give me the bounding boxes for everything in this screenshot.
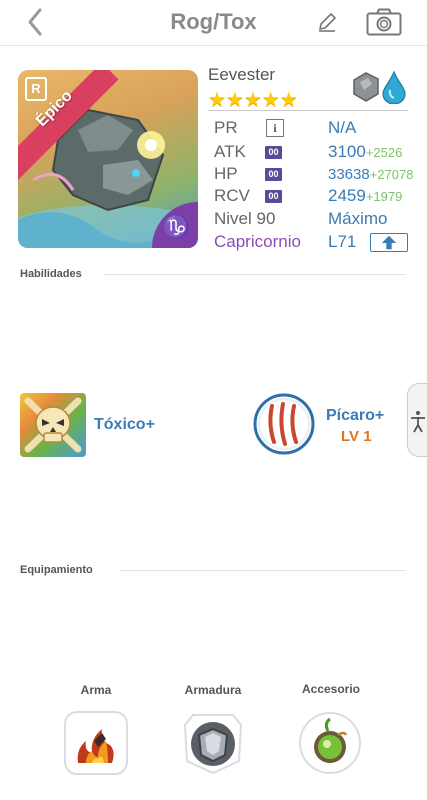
water-element-icon [382, 70, 406, 104]
monster-portrait[interactable]: Épico R ♑ [18, 70, 198, 248]
trait-name[interactable]: Pícaro+ [326, 407, 384, 425]
level-up-arrow-icon[interactable] [370, 233, 408, 252]
equip-label-weapon: Arma [80, 683, 112, 697]
star-rating: ★★★★★ [208, 89, 298, 111]
accessibility-person-icon [411, 411, 425, 433]
plus-chip: 00 [265, 190, 282, 203]
divider [208, 110, 408, 111]
stat-row-zodiac: Capricornio L71 [214, 232, 414, 254]
divider [104, 274, 406, 275]
stat-value: 33638+27078 [328, 166, 414, 183]
stat-value: Máximo [328, 209, 388, 228]
plus-chip: 00 [265, 168, 282, 181]
stat-value: 3100+2526 [328, 142, 403, 161]
ability-name[interactable]: Tóxico+ [94, 416, 155, 434]
monster-name: Eevester [208, 65, 276, 84]
stat-bonus: +27078 [369, 167, 414, 182]
stat-value: N/A [328, 118, 357, 137]
equip-label-accessory: Accesorio [301, 682, 361, 696]
stat-label: PR [214, 118, 238, 137]
section-title-equipment: Equipamiento [20, 564, 93, 576]
stat-row-rcv: RCV 00 2459+1979 [214, 186, 414, 208]
page-title: Rog/Tox [170, 9, 257, 34]
stat-bonus: +2526 [365, 145, 403, 160]
stat-label: Nivel 90 [214, 209, 276, 228]
flame-weapon-icon[interactable] [64, 711, 128, 775]
stat-row-atk: ATK 00 3100+2526 [214, 142, 414, 164]
skull-crossbones-icon [24, 397, 82, 453]
divider [120, 570, 406, 571]
stat-value: L71 [328, 232, 357, 251]
side-drawer-tab[interactable] [407, 383, 427, 457]
claw-marks-icon[interactable] [252, 392, 316, 456]
green-gem-icon[interactable] [298, 711, 362, 775]
stat-label: ATK [214, 142, 246, 161]
info-icon[interactable]: i [266, 119, 284, 137]
stat-value: 2459+1979 [328, 186, 403, 205]
stat-row-hp: HP 00 33638+27078 [214, 164, 414, 186]
trait-level: LV 1 [341, 428, 372, 445]
edit-pencil-icon[interactable] [316, 11, 338, 33]
stat-label: Capricornio [214, 232, 301, 251]
top-bar: Rog/Tox [0, 0, 427, 46]
equip-label-armor: Armadura [184, 683, 242, 697]
rank-badge: R [25, 77, 47, 101]
stat-label: RCV [214, 186, 250, 205]
stat-label: HP [214, 164, 238, 183]
stat-row-level: Nivel 90 Máximo [214, 209, 414, 231]
stat-bonus: +1979 [365, 189, 403, 204]
stone-element-icon [353, 72, 379, 102]
element-icons [353, 70, 406, 104]
camera-icon[interactable] [366, 8, 402, 36]
plus-chip: 00 [265, 146, 282, 159]
steel-armor-icon[interactable] [181, 711, 245, 775]
stat-row-pr: PR i N/A [214, 118, 414, 140]
section-title-skills: Habilidades [20, 268, 82, 280]
ability-icon[interactable] [20, 393, 86, 457]
